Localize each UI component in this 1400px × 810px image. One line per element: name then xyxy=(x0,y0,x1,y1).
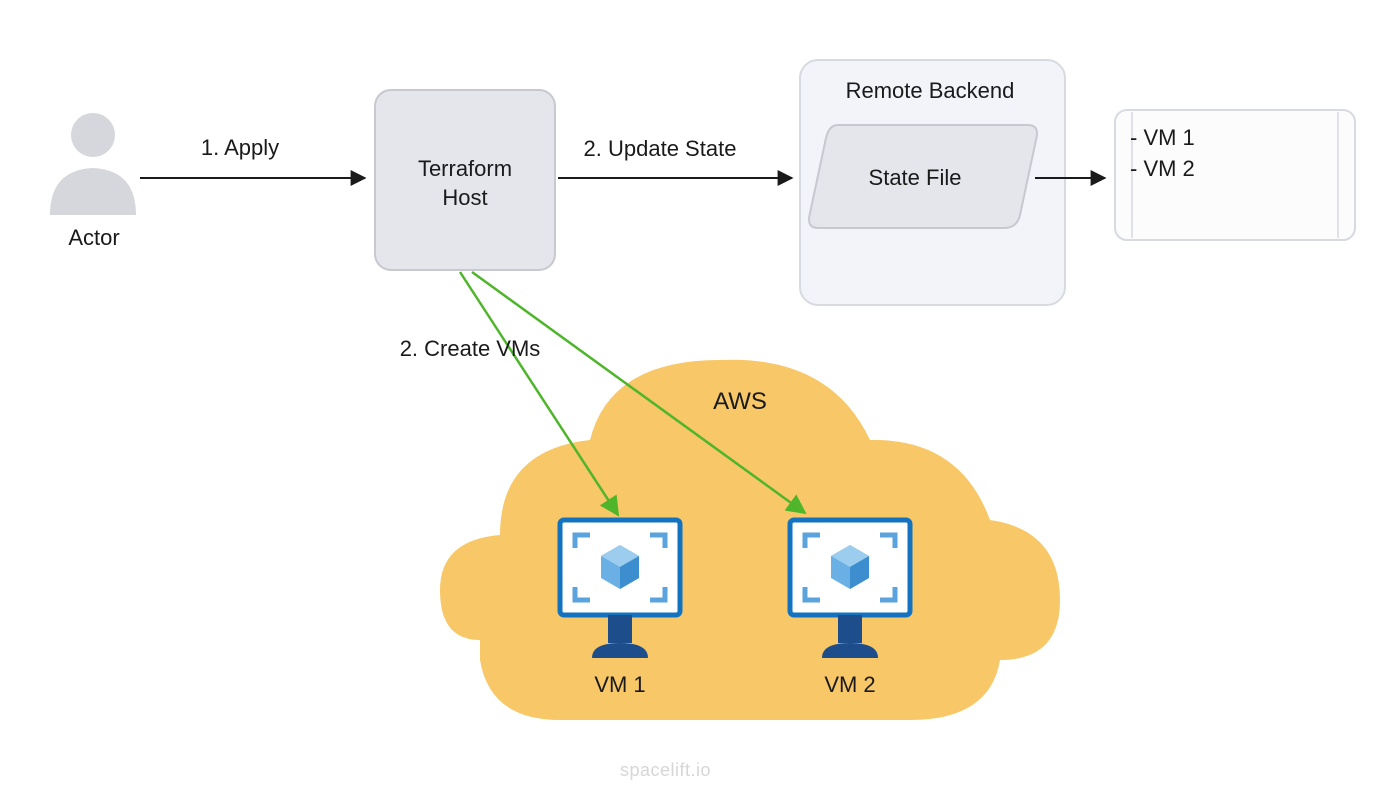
watermark: spacelift.io xyxy=(620,760,711,781)
aws-label: AWS xyxy=(700,388,780,416)
actor-label: Actor xyxy=(54,225,134,251)
arrow-apply-label: 1. Apply xyxy=(180,135,300,161)
terraform-host-line1: Terraform xyxy=(418,156,512,181)
arrow-create-vms-label: 2. Create VMs xyxy=(380,336,560,362)
vm-list: - VM 1 - VM 2 xyxy=(1130,123,1290,185)
vm-list-item: - VM 1 xyxy=(1130,125,1195,150)
arrow-update-state-label: 2. Update State xyxy=(560,136,760,162)
terraform-host-label: Terraform Host xyxy=(385,155,545,212)
vm2-label: VM 2 xyxy=(810,672,890,698)
actor-icon xyxy=(50,113,136,215)
vm1-label: VM 1 xyxy=(580,672,660,698)
terraform-host-line2: Host xyxy=(442,185,487,210)
remote-backend-title: Remote Backend xyxy=(820,78,1040,104)
vm-list-item: - VM 2 xyxy=(1130,156,1195,181)
state-file-label: State File xyxy=(845,165,985,191)
